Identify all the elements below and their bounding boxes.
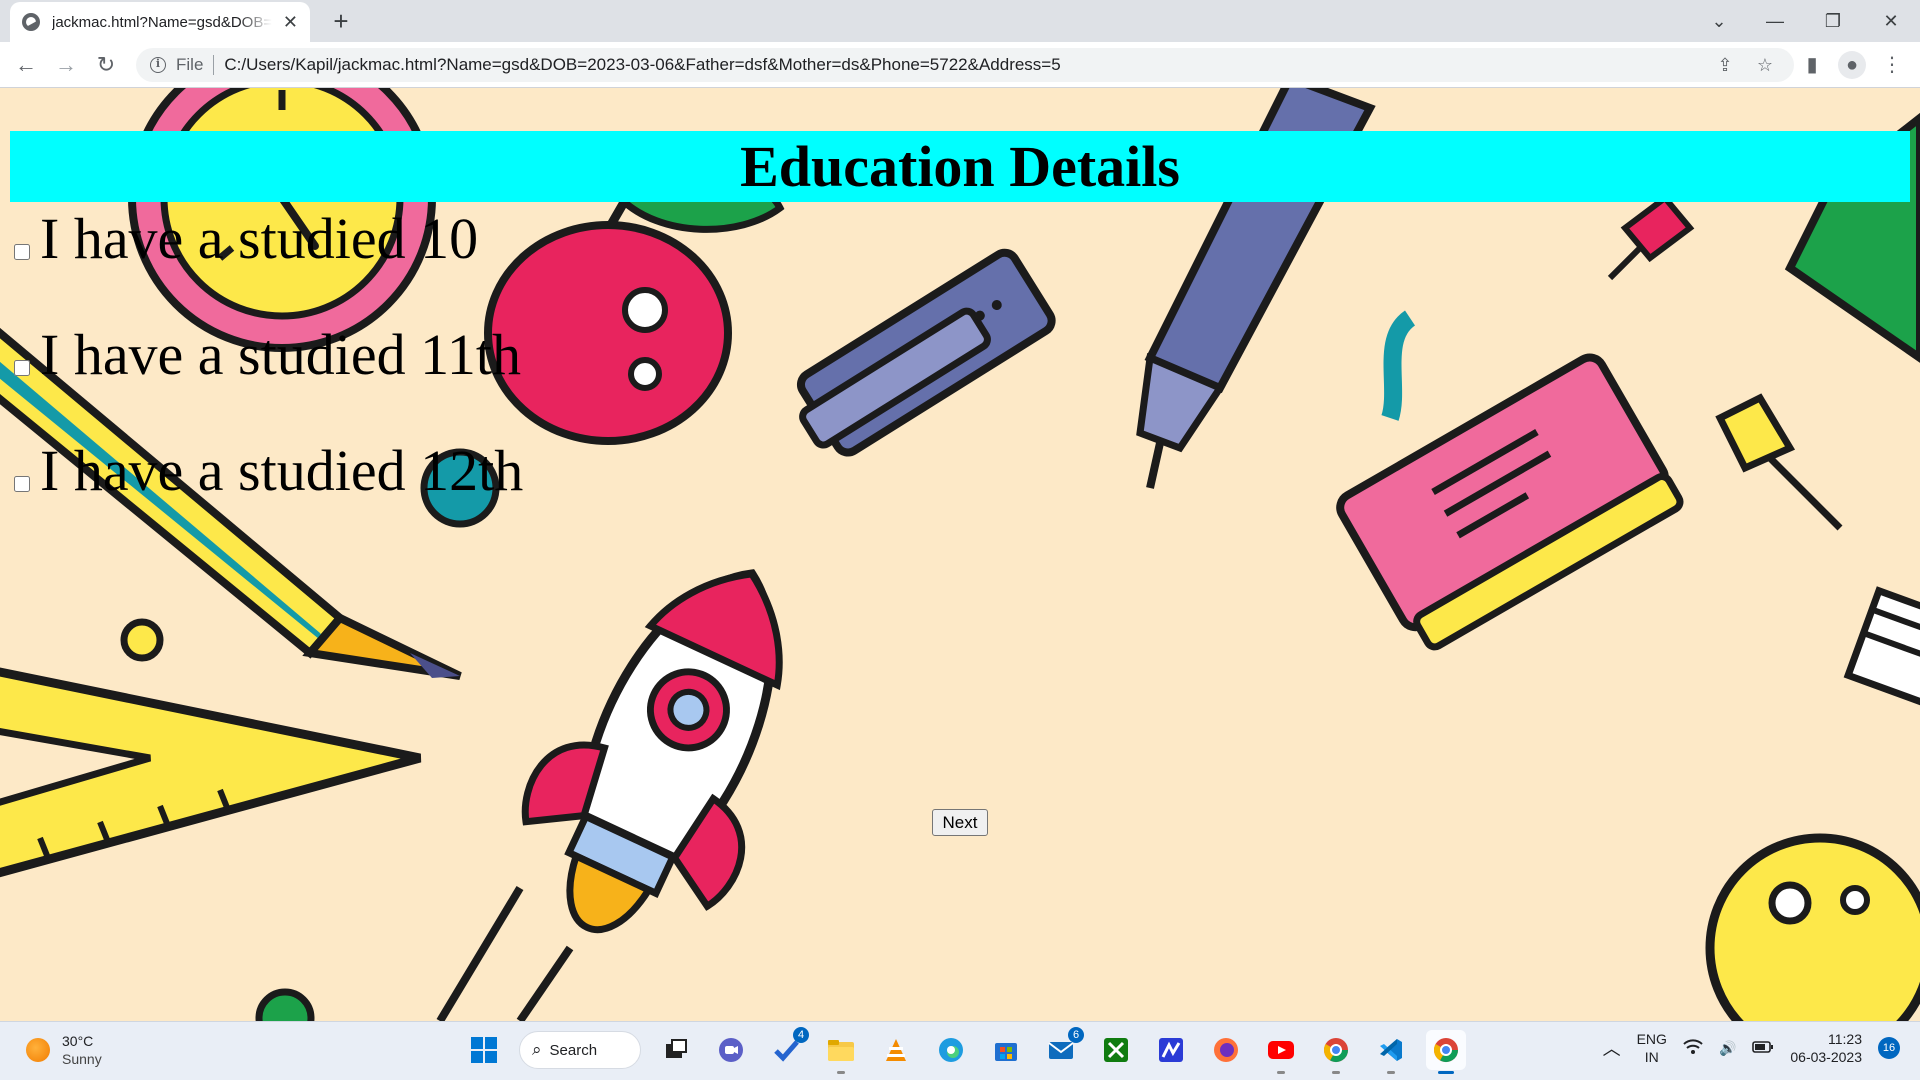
bookmark-star-icon[interactable]: ☆ bbox=[1752, 52, 1778, 78]
education-option-11th: I have a studied 11th bbox=[14, 326, 521, 384]
checkbox-11th[interactable] bbox=[14, 360, 30, 376]
mail-badge: 6 bbox=[1068, 1027, 1084, 1043]
heading-bar: Education Details bbox=[10, 131, 1910, 202]
notification-count-badge[interactable]: 16 bbox=[1878, 1037, 1900, 1059]
windows-start-icon[interactable] bbox=[464, 1030, 504, 1070]
wifi-icon[interactable] bbox=[1683, 1038, 1703, 1058]
option-label-11th: I have a studied 11th bbox=[40, 322, 522, 387]
side-panel-icon[interactable]: ▮ bbox=[1798, 51, 1826, 79]
mail-icon[interactable]: 6 bbox=[1041, 1027, 1084, 1070]
close-window-icon[interactable]: ✕ bbox=[1876, 6, 1906, 36]
reload-icon[interactable]: ↻ bbox=[92, 51, 120, 79]
education-option-10: I have a studied 10 bbox=[14, 210, 478, 268]
share-icon[interactable]: ⇪ bbox=[1712, 52, 1738, 78]
language-code: ENG bbox=[1636, 1031, 1667, 1047]
chevron-up-icon[interactable]: ︿ bbox=[1603, 1035, 1621, 1061]
menu-kebab-icon[interactable]: ⋮ bbox=[1878, 51, 1906, 79]
url-scheme-label: File bbox=[176, 55, 204, 74]
region-code: IN bbox=[1644, 1049, 1659, 1065]
browser-tab[interactable]: jackmac.html?Name=gsd&DOB=2023-03-06&Fat… bbox=[10, 2, 310, 42]
checkbox-12th[interactable] bbox=[14, 476, 30, 492]
minimize-icon[interactable]: — bbox=[1760, 6, 1790, 36]
address-bar[interactable]: i File C:/Users/Kapil/jackmac.html?Name=… bbox=[136, 48, 1794, 82]
todo-badge: 4 bbox=[793, 1027, 809, 1043]
search-icon: ⌕ bbox=[532, 1040, 542, 1059]
option-label-10: I have a studied 10 bbox=[40, 206, 479, 271]
weather-temperature: 30°C bbox=[62, 1033, 94, 1049]
math-app-icon[interactable] bbox=[1151, 1030, 1191, 1070]
weather-widget[interactable]: 30°C Sunny bbox=[26, 1032, 102, 1068]
globe-icon bbox=[22, 13, 40, 31]
url-text[interactable]: C:/Users/Kapil/jackmac.html?Name=gsd&DOB… bbox=[224, 55, 1060, 75]
system-tray: ︿ ENG IN 🔊 11:23 06-03-2023 16 bbox=[1603, 1030, 1900, 1066]
weather-description: Sunny bbox=[62, 1051, 102, 1067]
forward-arrow-icon[interactable]: → bbox=[52, 51, 80, 79]
close-tab-icon[interactable]: ✕ bbox=[283, 13, 298, 31]
vlc-icon[interactable] bbox=[876, 1030, 916, 1070]
tab-title: jackmac.html?Name=gsd&DOB=2023-03-06&Fat… bbox=[52, 13, 272, 31]
profile-avatar-icon[interactable]: ● bbox=[1838, 51, 1866, 79]
new-tab-button[interactable]: + bbox=[326, 6, 356, 36]
chrome-profile-icon[interactable] bbox=[1316, 1030, 1356, 1074]
file-explorer-icon[interactable] bbox=[821, 1030, 861, 1074]
back-arrow-icon[interactable]: ← bbox=[12, 51, 40, 79]
xbox-icon[interactable] bbox=[1096, 1030, 1136, 1070]
page-title: Education Details bbox=[740, 134, 1180, 199]
youtube-icon[interactable] bbox=[1261, 1030, 1301, 1074]
url-separator bbox=[213, 55, 215, 75]
firefox-icon[interactable] bbox=[1206, 1030, 1246, 1070]
next-button[interactable]: Next bbox=[932, 809, 988, 836]
page-viewport: Education Details I have a studied 10 I … bbox=[0, 88, 1920, 1021]
clock[interactable]: 11:23 06-03-2023 bbox=[1790, 1030, 1862, 1066]
task-view-icon[interactable] bbox=[656, 1030, 696, 1070]
language-indicator[interactable]: ENG IN bbox=[1637, 1030, 1667, 1066]
browser-tab-strip: jackmac.html?Name=gsd&DOB=2023-03-06&Fat… bbox=[0, 0, 1920, 42]
info-icon[interactable]: i bbox=[150, 57, 166, 73]
teams-chat-icon[interactable] bbox=[711, 1030, 751, 1070]
clock-date: 06-03-2023 bbox=[1790, 1049, 1862, 1065]
battery-icon[interactable] bbox=[1752, 1040, 1774, 1057]
vscode-icon[interactable] bbox=[1371, 1030, 1411, 1074]
restore-icon[interactable]: ❐ bbox=[1818, 6, 1848, 36]
ms-store-icon[interactable] bbox=[986, 1030, 1026, 1070]
todo-icon[interactable]: 4 bbox=[766, 1027, 809, 1070]
option-label-12th: I have a studied 12th bbox=[40, 438, 524, 503]
education-option-12th: I have a studied 12th bbox=[14, 442, 523, 500]
clock-time: 11:23 bbox=[1828, 1031, 1862, 1047]
sun-icon bbox=[26, 1038, 50, 1062]
tab-search-chevron-icon[interactable]: ⌄ bbox=[1704, 6, 1734, 36]
checkbox-10[interactable] bbox=[14, 244, 30, 260]
browser-toolbar: ← → ↻ i File C:/Users/Kapil/jackmac.html… bbox=[0, 42, 1920, 88]
edge-icon[interactable] bbox=[931, 1030, 971, 1070]
windows-taskbar: 30°C Sunny ⌕ Search 4 6 ︿ ENG IN 🔊 11:23… bbox=[0, 1021, 1920, 1080]
taskbar-apps: ⌕ Search 4 6 bbox=[464, 1027, 1466, 1074]
taskbar-search[interactable]: ⌕ Search bbox=[519, 1031, 641, 1069]
volume-icon[interactable]: 🔊 bbox=[1719, 1040, 1736, 1057]
taskbar-search-label: Search bbox=[549, 1041, 598, 1059]
chrome-icon[interactable] bbox=[1426, 1030, 1466, 1074]
